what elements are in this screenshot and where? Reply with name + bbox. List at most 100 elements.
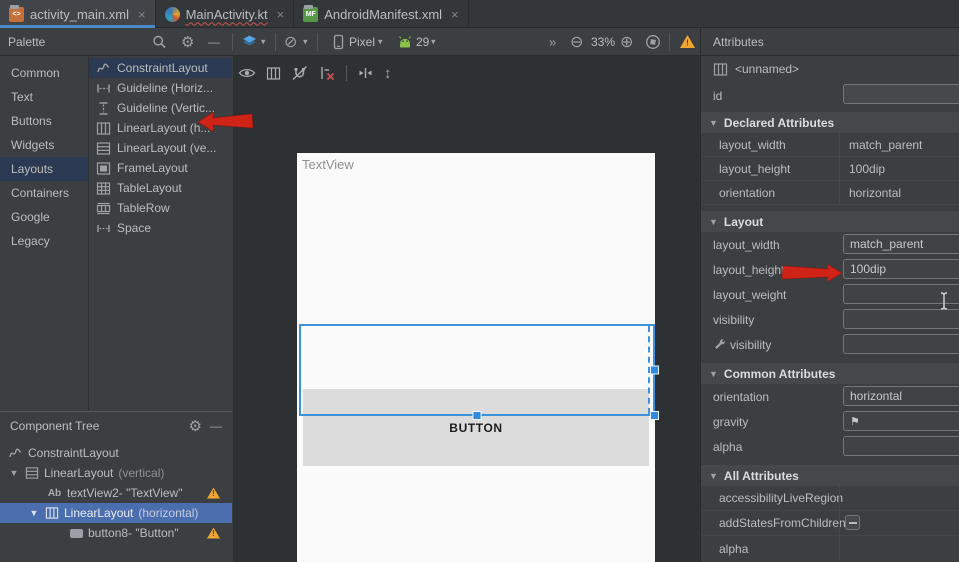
all-row-accessibilityliveregion[interactable]: accessibilityLiveRegion (701, 486, 959, 511)
section-all-attributes[interactable]: ▼ All Attributes (701, 465, 959, 486)
tab-main-activity-kt[interactable]: MainActivity.kt × (156, 0, 295, 28)
palette-item-guideline-horizontal[interactable]: Guideline (Horiz... (89, 78, 232, 98)
hide-tree-icon[interactable]: — (210, 419, 222, 433)
design-surface-toolbar: ↕ (238, 60, 392, 86)
declared-row-orientation[interactable]: orientation horizontal (701, 181, 959, 205)
warning-icon[interactable]: ! (207, 488, 220, 499)
tools-visibility-input[interactable] (843, 334, 959, 354)
android-api-icon[interactable] (397, 35, 413, 48)
palette-category-layouts[interactable]: Layouts (0, 157, 88, 181)
declared-row-layout-width[interactable]: layout_width match_parent (701, 133, 959, 157)
textview-widget[interactable]: TextView (302, 157, 354, 172)
design-blueprint-layers-icon[interactable] (241, 34, 258, 49)
palette-category-widgets[interactable]: Widgets (0, 133, 88, 157)
selection-outline[interactable] (299, 324, 655, 416)
select-layout-variant-icon[interactable] (266, 66, 281, 81)
section-title: Declared Attributes (724, 116, 834, 130)
linearlayout-vertical-icon (96, 141, 111, 156)
attribute-label-wrap: visibility (713, 338, 771, 352)
gear-icon[interactable]: ⚙ (181, 33, 194, 51)
field-value: match_parent (850, 237, 923, 251)
hide-palette-icon[interactable]: — (208, 35, 220, 49)
clear-constraints-icon[interactable] (318, 65, 336, 81)
tab-android-manifest-xml[interactable]: MF AndroidManifest.xml × (294, 0, 468, 28)
close-icon[interactable]: × (451, 7, 459, 22)
attribute-value[interactable]: match_parent (849, 138, 922, 152)
palette-category-common[interactable]: Common (0, 61, 88, 85)
palette-item-framelayout[interactable]: FrameLayout (89, 158, 232, 178)
device-selector[interactable]: Pixel (349, 35, 375, 49)
guideline-horizontal-icon (96, 81, 111, 96)
tree-row-constraintlayout[interactable]: ConstraintLayout (0, 443, 232, 463)
palette-category-buttons[interactable]: Buttons (0, 109, 88, 133)
palette-item-space[interactable]: Space (89, 218, 232, 238)
wrench-icon (713, 338, 726, 351)
declared-row-layout-height[interactable]: layout_height 100dip (701, 157, 959, 181)
collapse-icon: ▼ (709, 118, 718, 128)
palette-item-constraintlayout[interactable]: ConstraintLayout (89, 58, 232, 78)
autoconnect-off-magnet-icon[interactable] (291, 65, 308, 81)
chevron-down-icon[interactable]: ▾ (378, 36, 383, 47)
zoom-in-icon[interactable]: ⊕ (620, 32, 633, 52)
resize-handle-bottom-right[interactable] (650, 411, 659, 420)
palette-category-google[interactable]: Google (0, 205, 88, 229)
view-options-eye-icon[interactable] (238, 66, 256, 80)
palette-item-tablerow[interactable]: TableRow (89, 198, 232, 218)
palette-category-text[interactable]: Text (0, 85, 88, 109)
api-level-selector[interactable]: 29 (416, 35, 429, 49)
orientation-theme-icon[interactable]: ⊘ (284, 32, 297, 52)
collapse-icon: ▼ (709, 369, 718, 379)
palette-item-linearlayout-vertical[interactable]: LinearLayout (ve... (89, 138, 232, 158)
close-icon[interactable]: × (138, 7, 146, 22)
editor-tab-bar: <> activity_main.xml × MainActivity.kt ×… (0, 0, 959, 28)
chevron-down-icon[interactable]: ▾ (303, 36, 308, 47)
tab-activity-main-xml[interactable]: <> activity_main.xml × (0, 0, 156, 28)
palette-category-legacy[interactable]: Legacy (0, 229, 88, 253)
expand-vertically-icon[interactable]: ↕ (384, 65, 392, 82)
layout-width-input[interactable]: match_parent (843, 234, 959, 254)
attribute-value[interactable]: 100dip (849, 162, 885, 176)
gravity-input[interactable]: ⚑ (843, 411, 959, 431)
palette-category-containers[interactable]: Containers (0, 181, 88, 205)
attribute-value[interactable]: horizontal (849, 186, 901, 200)
orientation-input[interactable]: horizontal (843, 386, 959, 406)
resize-handle-bottom[interactable] (473, 411, 482, 420)
zoom-to-fit-icon[interactable] (645, 34, 661, 50)
indeterminate-checkbox[interactable] (845, 515, 860, 530)
gear-icon[interactable]: ⚙ (189, 417, 202, 435)
alpha-input[interactable] (843, 436, 959, 456)
all-row-addstatesfromchildren[interactable]: addStatesFromChildren (701, 511, 959, 536)
flag-icon[interactable]: ⚑ (850, 415, 860, 428)
tree-row-linearlayout-vertical[interactable]: ▼ LinearLayout(vertical) (0, 463, 232, 483)
section-declared-attributes[interactable]: ▼ Declared Attributes (701, 112, 959, 133)
close-icon[interactable]: × (277, 7, 285, 22)
layout-height-input[interactable]: 100dip (843, 259, 959, 279)
id-attribute-row: id (701, 82, 959, 110)
section-common-attributes[interactable]: ▼ Common Attributes (701, 363, 959, 384)
all-row-alpha[interactable]: alpha (701, 536, 959, 561)
collapse-icon[interactable]: ▼ (8, 468, 20, 478)
tablelayout-icon (96, 181, 111, 196)
pack-horizontally-icon[interactable] (357, 66, 374, 80)
palette-item-tablelayout[interactable]: TableLayout (89, 178, 232, 198)
chevron-down-icon[interactable]: ▾ (261, 36, 266, 47)
tree-row-button8[interactable]: button8- "Button" ! (0, 523, 232, 543)
zoom-out-icon[interactable]: ⊖ (570, 32, 583, 52)
tree-row-linearlayout-horizontal[interactable]: ▼ LinearLayout(horizontal) (0, 503, 232, 523)
device-phone-icon[interactable] (333, 34, 344, 50)
attribute-label: layout_height (719, 162, 790, 176)
chevron-down-icon[interactable]: ▾ (431, 36, 436, 47)
section-layout[interactable]: ▼ Layout (701, 211, 959, 232)
id-input[interactable] (843, 84, 959, 104)
overflow-chevrons-icon[interactable]: » (549, 34, 556, 49)
warning-icon[interactable]: ! (207, 528, 220, 539)
palette-item-label: ConstraintLayout (117, 61, 208, 75)
visibility-input[interactable] (843, 309, 959, 329)
warning-icon[interactable]: ! (680, 35, 695, 48)
search-icon[interactable] (152, 34, 167, 49)
tree-row-textview2[interactable]: Ab textView2- "TextView" ! (0, 483, 232, 503)
collapse-icon[interactable]: ▼ (28, 508, 40, 518)
resize-handle-right[interactable] (650, 366, 659, 375)
kotlin-file-icon (165, 7, 180, 22)
toolbar-divider (317, 33, 318, 51)
